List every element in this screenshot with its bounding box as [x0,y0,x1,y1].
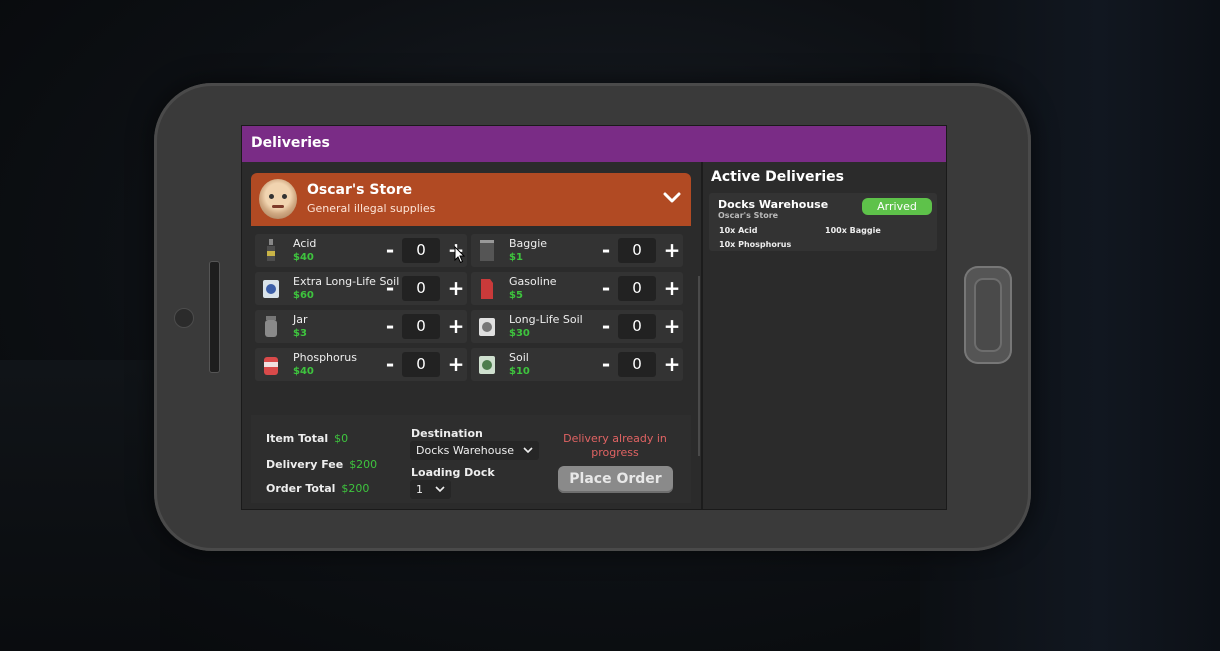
decrease-gasoline-button[interactable]: - [595,275,617,301]
status-badge: Arrived [862,198,932,215]
item-long-life-soil: Long-Life Soil $30 - 0 + [471,310,683,343]
item-total-row: Item Total $0 [266,432,349,445]
delivery-fee-row: Delivery Fee $200 [266,458,378,471]
delivery-destination: Docks Warehouse [718,198,829,211]
increase-long-life-soil-button[interactable]: + [661,313,683,339]
item-jar: Jar $3 - 0 + [255,310,467,343]
decrease-extra-long-life-soil-button[interactable]: - [379,275,401,301]
home-button[interactable] [964,266,1012,364]
delivery-item: 10x Acid [719,226,758,235]
baggie-quantity-field[interactable]: 0 [618,238,656,263]
decrease-long-life-soil-button[interactable]: - [595,313,617,339]
delivery-store: Oscar's Store [718,211,779,220]
increase-soil-button[interactable]: + [661,351,683,377]
order-total-value: $200 [341,482,370,495]
phosphorus-quantity-field[interactable]: 0 [402,352,440,377]
soil-bag-icon [479,356,495,374]
decrease-phosphorus-button[interactable]: - [379,351,401,377]
item-phosphorus: Phosphorus $40 - 0 + [255,348,467,381]
decrease-soil-button[interactable]: - [595,351,617,377]
loading-dock-label: Loading Dock [411,466,495,479]
destination-label: Destination [411,427,483,440]
store-header[interactable]: Oscar's Store General illegal supplies [251,173,691,226]
increase-extra-long-life-soil-button[interactable]: + [445,275,467,301]
jar-quantity-field[interactable]: 0 [402,314,440,339]
phone-screen: Deliveries Oscar's Store General illegal… [241,125,947,510]
jar-icon [265,316,277,337]
increase-jar-button[interactable]: + [445,313,467,339]
item-baggie: Baggie $1 - 0 + [471,234,683,267]
item-total-value: $0 [334,432,349,445]
increase-phosphorus-button[interactable]: + [445,351,467,377]
store-name: Oscar's Store [307,182,413,198]
chevron-down-icon [523,447,534,454]
scrollbar[interactable] [698,276,700,456]
chevron-down-icon [434,486,445,493]
active-deliveries-title: Active Deliveries [711,169,844,185]
phone-side-button [209,261,220,373]
increase-baggie-button[interactable]: + [661,237,683,263]
soil-quantity-field[interactable]: 0 [618,352,656,377]
background-left [0,360,160,651]
store-avatar [259,179,297,219]
active-deliveries-pane: Active Deliveries Docks Warehouse Oscar'… [703,162,946,509]
acid-bottle-icon [267,239,275,261]
loading-dock-select[interactable]: 1 [410,480,451,499]
decrease-jar-button[interactable]: - [379,313,401,339]
chevron-down-icon[interactable] [663,189,681,207]
phosphorus-tub-icon [264,357,278,375]
baggie-icon [480,240,494,261]
app-header: Deliveries [242,126,946,162]
decrease-acid-button[interactable]: - [379,237,401,263]
mouse-cursor-icon [454,246,466,264]
delivery-card: Docks Warehouse Oscar's Store Arrived 10… [709,193,937,251]
place-order-button[interactable]: Place Order [558,466,673,493]
item-gasoline: Gasoline $5 - 0 + [471,272,683,305]
delivery-item: 100x Baggie [825,226,881,235]
delivery-item: 10x Phosphorus [719,240,792,249]
acid-quantity-field[interactable]: 0 [402,238,440,263]
item-extra-long-life-soil: Extra Long-Life Soil $60 - 0 + [255,272,467,305]
long-life-soil-quantity-field[interactable]: 0 [618,314,656,339]
decrease-baggie-button[interactable]: - [595,237,617,263]
order-total-row: Order Total $200 [266,482,370,495]
delivery-warning: Delivery already in progress [563,432,667,459]
destination-select[interactable]: Docks Warehouse [410,441,540,460]
extra-long-life-soil-quantity-field[interactable]: 0 [402,276,440,301]
camera-icon [174,308,194,328]
item-soil: Soil $10 - 0 + [471,348,683,381]
app-title: Deliveries [251,135,330,151]
item-acid: Acid $40 - 0 + [255,234,467,267]
gasoline-can-icon [481,279,493,299]
soil-bag-icon [479,318,495,336]
store-description: General illegal supplies [307,202,436,215]
soil-bag-icon [263,280,279,298]
delivery-fee-value: $200 [349,458,378,471]
gasoline-quantity-field[interactable]: 0 [618,276,656,301]
increase-gasoline-button[interactable]: + [661,275,683,301]
